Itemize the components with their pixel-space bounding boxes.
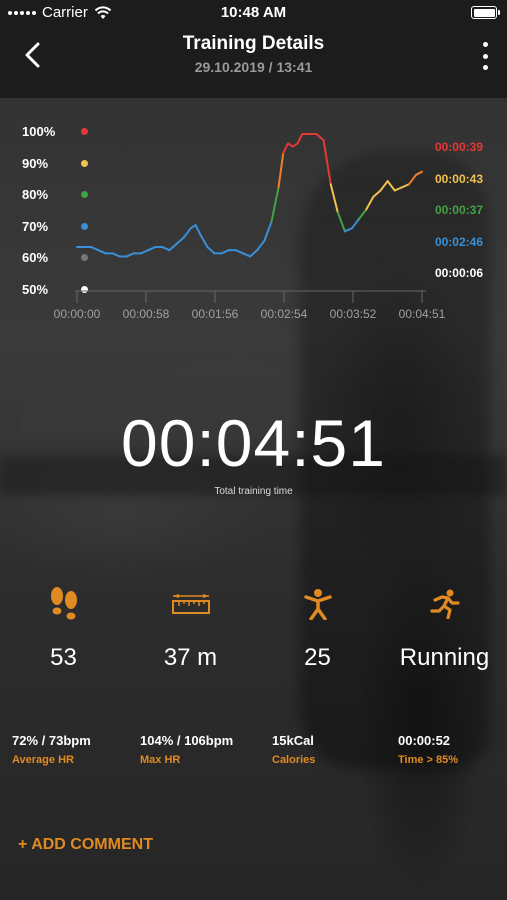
chart-x-tick-label: 00:02:54	[261, 307, 308, 321]
chart-line-segment	[140, 249, 150, 255]
chart-line-segment	[263, 220, 273, 242]
time-above-85-value: 00:00:52	[398, 733, 451, 748]
calories-label: Calories	[272, 754, 316, 766]
chart-line-segment	[241, 252, 252, 258]
chart-line-segment	[407, 173, 418, 186]
zone-time: 00:00:43	[434, 171, 483, 186]
chart-x-tick-label: 00:04:51	[399, 307, 446, 321]
jumps-value: 25	[304, 644, 331, 671]
chart-line-segment	[296, 133, 304, 145]
chart-line-segment	[365, 195, 375, 211]
chart-line-segment	[372, 189, 382, 198]
steps-stat: 53	[0, 584, 127, 672]
header: Carrier 10:48 AM Training Details 29.10.…	[0, 0, 507, 98]
activity-stat: Running	[381, 584, 507, 672]
chart-x-tick-label: 00:01:56	[192, 307, 239, 321]
chart-line-segment	[125, 252, 135, 258]
ruler-icon	[171, 594, 210, 614]
status-bar: Carrier 10:48 AM	[0, 0, 507, 26]
time-above-85-metric: 00:00:52 Time > 85%	[398, 733, 458, 766]
total-training-time: 00:04:51	[121, 406, 386, 480]
chart-line-segment	[282, 142, 290, 154]
chart-line-segment	[206, 246, 216, 255]
battery-icon	[471, 6, 500, 19]
footsteps-icon	[50, 587, 77, 620]
calories-value: 15kCal	[272, 733, 314, 748]
chart-x-tick-label: 00:00:58	[123, 307, 170, 321]
add-comment-button[interactable]: + ADD COMMENT	[18, 836, 153, 854]
chart-line-segment	[351, 217, 361, 230]
distance-stat: 37 m	[127, 584, 254, 672]
chart-line-segment	[111, 252, 121, 258]
chart-line-segment	[270, 186, 280, 223]
average-hr-label: Average HR	[12, 754, 74, 766]
running-person-icon	[429, 589, 460, 619]
chart-line-segment	[234, 249, 244, 255]
calories-metric: 15kCal Calories	[272, 733, 315, 766]
chart-line-segment	[168, 242, 178, 252]
chart-line-segment	[182, 227, 192, 239]
chart-line-segment	[161, 246, 171, 252]
chart-line-segment	[322, 139, 332, 186]
chart-line-segment	[194, 224, 202, 236]
chart-x-tick-label: 00:03:52	[330, 307, 377, 321]
chart-line-segment	[256, 239, 266, 252]
chart-line-segment	[315, 133, 325, 142]
max-hr-value: 104% / 106bpm	[140, 733, 234, 748]
chart-line-segment	[393, 186, 403, 192]
page-subtitle: 29.10.2019 / 13:41	[194, 59, 313, 75]
max-hr-label: Max HR	[140, 754, 181, 766]
chart-line-segment	[249, 249, 259, 258]
chart-line-segment	[386, 180, 396, 192]
chart-line-segment	[97, 249, 107, 255]
chart-line-segment	[415, 170, 423, 176]
heart-rate-chart: 100% 90% 80% 70% 60% 50% 00:00:00 00:00:58 00:0…	[0, 110, 507, 330]
chart-line-segment	[175, 236, 185, 245]
chart-line-segment	[358, 208, 368, 220]
chart-line-segment	[400, 183, 410, 189]
average-hr-value: 72% / 73bpm	[12, 733, 91, 748]
zone-time: 00:00:37	[434, 203, 483, 217]
activity-value: Running	[399, 644, 490, 671]
zone-time: 00:02:46	[434, 234, 483, 249]
time-above-85-label: Time > 85%	[398, 754, 459, 766]
chart-plot: 00:00:00 00:00:58 00:01:56 00:02:54 00:03:52…	[54, 133, 446, 321]
chart-line-segment	[147, 246, 157, 252]
chart-line-segment	[379, 180, 389, 192]
chart-line-segment	[329, 183, 339, 214]
max-hr-metric: 104% / 106bpm Max HR	[140, 733, 233, 766]
chart-x-tick-label: 00:00:00	[54, 307, 101, 321]
distance-value: 37 m	[163, 644, 218, 671]
jumps-stat: 25	[254, 584, 381, 672]
chart-line-segment	[336, 211, 346, 233]
chart-line-segment	[90, 246, 100, 252]
zone-time: 00:00:39	[434, 140, 483, 154]
chart-line-segment	[220, 249, 230, 255]
zone-time: 00:00:06	[434, 266, 483, 280]
more-menu-button[interactable]	[481, 42, 489, 70]
chart-line-segment	[343, 227, 354, 233]
chart-line-segment	[199, 233, 209, 249]
chart-line-segment	[277, 151, 285, 189]
jumping-jack-icon	[303, 589, 332, 620]
steps-value: 53	[50, 644, 77, 671]
average-hr-metric: 72% / 73bpm Average HR	[12, 733, 91, 766]
page-title: Training Details	[182, 33, 325, 54]
status-time: 10:48 AM	[220, 4, 287, 21]
total-training-time-label: Total training time	[214, 486, 293, 497]
